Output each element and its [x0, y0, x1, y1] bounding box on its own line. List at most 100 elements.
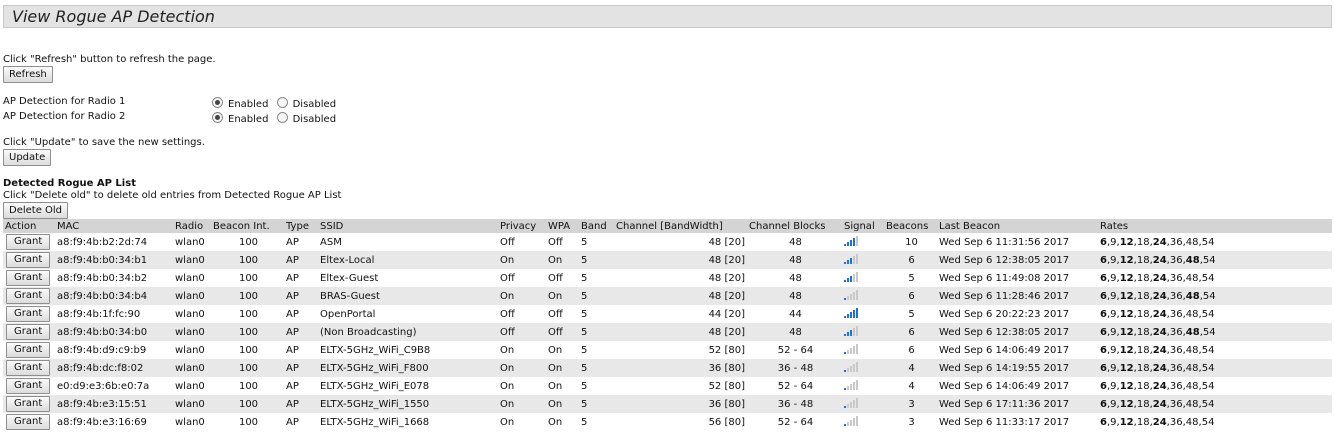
grant-button[interactable]: Grant: [6, 378, 51, 394]
rate-value: 24: [1152, 344, 1167, 356]
wpa-cell: Off: [548, 272, 563, 284]
signal-icon: [844, 290, 858, 300]
signal-bar: [850, 240, 852, 246]
radio1-enabled-radio[interactable]: [212, 97, 223, 108]
table-row: Grant a8:f9:4b:b0:34:b4 wlan0 100 AP BRAS-Gue…: [3, 287, 1332, 305]
beacon-int-cell: 100: [238, 344, 259, 356]
rate-value: 6: [1100, 326, 1107, 338]
signal-bar: [856, 236, 858, 246]
rate-value: 6: [1100, 380, 1107, 392]
action-cell: Grant: [3, 413, 55, 431]
grant-button[interactable]: Grant: [6, 288, 51, 304]
rate-value: 54: [1202, 326, 1216, 338]
ssid-cell: ASM: [320, 236, 342, 248]
radio1-label: AP Detection for Radio 1: [3, 96, 126, 107]
signal-bar: [853, 310, 855, 318]
rate-value: 24: [1152, 416, 1167, 428]
mac-cell: a8:f9:4b:e3:15:51: [55, 395, 173, 413]
col-action: Action: [3, 219, 55, 233]
rate-value: 48: [1185, 326, 1200, 338]
rate-value: 18: [1136, 398, 1150, 410]
signal-bar: [850, 366, 852, 372]
band-cell: 5: [579, 287, 614, 305]
delete-old-button[interactable]: Delete Old: [3, 202, 69, 219]
rate-value: 24: [1152, 326, 1167, 338]
rate-value: 12: [1119, 254, 1134, 266]
col-band: Band: [579, 219, 614, 233]
rate-value: 6: [1100, 398, 1107, 410]
signal-bar: [847, 422, 849, 426]
rate-value: 54: [1201, 344, 1215, 356]
signal-bar: [844, 280, 846, 282]
radio1-disabled-label: Disabled: [292, 99, 337, 110]
col-rates: Rates: [1098, 219, 1332, 233]
rate-value: 36: [1169, 380, 1183, 392]
signal-icon: [844, 416, 858, 426]
signal-bar: [856, 290, 858, 300]
rate-value: 24: [1152, 308, 1167, 320]
signal-icon: [844, 272, 858, 282]
radio2-enabled-radio[interactable]: [212, 112, 223, 123]
update-button[interactable]: Update: [3, 149, 52, 166]
grant-button[interactable]: Grant: [6, 234, 51, 250]
beacon-int-cell: 100: [211, 359, 284, 377]
channel-blocks-cell: 48: [789, 236, 802, 248]
grant-button[interactable]: Grant: [6, 360, 51, 376]
refresh-hint: Click "Refresh" button to refresh the pa…: [3, 54, 216, 65]
rate-value: 48: [1185, 236, 1199, 248]
channel-blocks-cell: 52 - 64: [777, 344, 814, 356]
radio-cell: wlan0: [173, 395, 211, 413]
radio-cell: wlan0: [175, 416, 205, 428]
signal-bar: [853, 274, 855, 282]
rate-value: 9: [1110, 290, 1117, 302]
rate-value: 9: [1110, 362, 1117, 374]
action-cell: Grant: [3, 359, 55, 377]
rate-value: 24: [1152, 380, 1167, 392]
radio2-label: AP Detection for Radio 2: [3, 111, 126, 122]
radio-cell: wlan0: [175, 380, 205, 392]
signal-icon: [844, 362, 858, 372]
type-cell: AP: [284, 395, 318, 413]
signal-bar: [856, 362, 858, 372]
col-wpa: WPA: [546, 219, 579, 233]
rate-value: 36: [1169, 326, 1183, 338]
beacons-cell: 3: [884, 395, 937, 413]
col-type: Type: [284, 219, 318, 233]
signal-bar: [853, 238, 855, 246]
wpa-cell: On: [548, 344, 563, 356]
mac-cell: a8:f9:4b:dc:f8:02: [55, 359, 173, 377]
grant-button[interactable]: Grant: [6, 414, 51, 430]
rate-value: 54: [1201, 416, 1215, 428]
beacon-int-cell: 100: [238, 272, 259, 284]
rogue-list-heading: Detected Rogue AP List: [3, 178, 136, 189]
radio2-disabled-radio[interactable]: [276, 112, 288, 123]
grant-button[interactable]: Grant: [6, 252, 51, 268]
radio1-disabled-radio[interactable]: [276, 97, 288, 108]
radio-cell: wlan0: [175, 272, 205, 284]
signal-cell: [842, 377, 884, 395]
signal-icon: [844, 308, 858, 318]
signal-bar: [853, 256, 855, 264]
signal-cell: [842, 251, 884, 269]
mac-cell: a8:f9:4b:b2:2d:74: [57, 236, 148, 248]
grant-button[interactable]: Grant: [6, 324, 51, 340]
signal-bar: [847, 350, 849, 354]
last-beacon-cell: Wed Sep 6 11:31:56 2017: [939, 236, 1070, 248]
signal-bar: [856, 254, 858, 264]
signal-icon: [844, 344, 858, 354]
grant-button[interactable]: Grant: [6, 342, 51, 358]
grant-button[interactable]: Grant: [6, 270, 51, 286]
rate-value: 18: [1136, 326, 1150, 338]
rate-value: 6: [1100, 362, 1107, 374]
radio1-options: Enabled Disabled: [212, 97, 336, 110]
channel-cell: 36 [80]: [614, 395, 747, 413]
last-beacon-cell: Wed Sep 6 20:22:23 2017: [939, 308, 1070, 320]
grant-button[interactable]: Grant: [6, 396, 51, 412]
refresh-button[interactable]: Refresh: [3, 66, 53, 83]
signal-bar: [844, 298, 846, 300]
grant-button[interactable]: Grant: [6, 306, 51, 322]
ssid-cell: BRAS-Guest: [318, 287, 498, 305]
wpa-cell: Off: [548, 308, 563, 320]
rate-value: 6: [1100, 290, 1107, 302]
table-row: Grant e0:d9:e3:6b:e0:7a wlan0 100 AP ELTX-5GH…: [3, 377, 1332, 395]
